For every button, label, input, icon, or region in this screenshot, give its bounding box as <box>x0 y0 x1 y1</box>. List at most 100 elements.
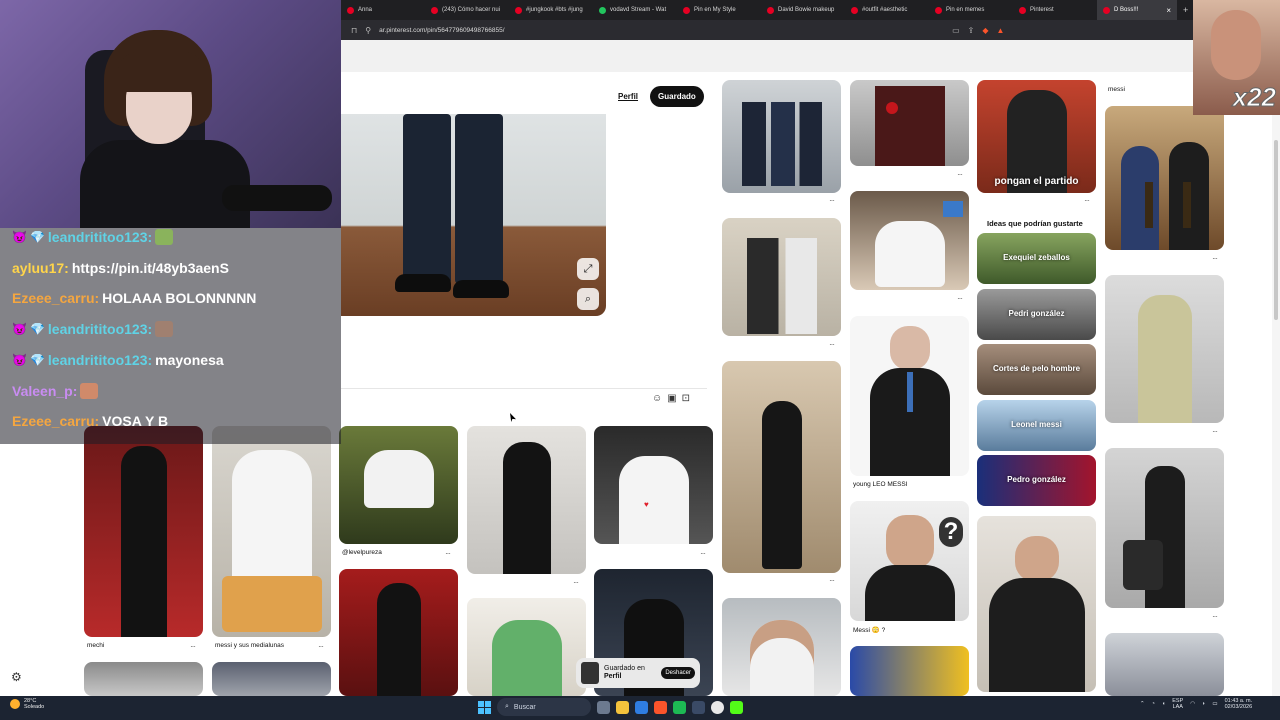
diamond-badge-icon: 💎 <box>29 353 45 367</box>
chat-username: leandrititoo123: <box>47 229 153 245</box>
close-tab-icon[interactable]: × <box>1166 6 1171 15</box>
bookmark-icon[interactable]: ⊓ <box>351 26 357 35</box>
brave-shield-icon[interactable]: ◆ <box>982 26 988 35</box>
browser-tab[interactable]: Anna <box>341 0 425 20</box>
pin-tile[interactable] <box>467 598 586 696</box>
idea-label: Exequiel zeballos <box>1003 253 1070 262</box>
volume-icon[interactable]: ◖ <box>1162 701 1165 707</box>
more-options-icon[interactable]: ··· <box>190 642 196 651</box>
task-view-icon[interactable] <box>597 700 610 714</box>
pin-tile[interactable] <box>212 426 331 637</box>
more-options-icon[interactable]: ··· <box>700 549 706 558</box>
idea-card[interactable]: Leonel messi <box>977 400 1096 451</box>
scrollbar-thumb[interactable] <box>1274 140 1278 320</box>
url-field[interactable]: ar.pinterest.com/pin/564779609498766855/ <box>379 27 944 34</box>
visual-search-icon[interactable]: ⌕ <box>577 288 599 310</box>
pin-tile[interactable] <box>850 191 969 290</box>
browser-tab[interactable]: Pin en My Style <box>677 0 761 20</box>
taskbar-search[interactable]: ⌕ Buscar <box>497 698 591 716</box>
pin-tile[interactable] <box>84 662 203 696</box>
emoji-icon[interactable]: ☺ <box>652 393 662 404</box>
more-options-icon[interactable]: ··· <box>829 576 835 585</box>
battery-icon[interactable]: ▭ <box>1212 701 1217 707</box>
more-options-icon[interactable]: ··· <box>1084 196 1090 205</box>
idea-card[interactable]: Pedro gonzález <box>977 455 1096 506</box>
pin-image[interactable]: ⤢ ⌕ <box>341 114 606 316</box>
more-options-icon[interactable]: ··· <box>1212 254 1218 263</box>
browser-tab-bar: Anna (243) Cómo hacer nui #jungkook #bts… <box>341 0 1280 20</box>
pin-tile[interactable] <box>1105 106 1224 250</box>
file-explorer-icon[interactable] <box>616 700 629 714</box>
more-options-icon[interactable]: ··· <box>1212 612 1218 621</box>
expand-icon[interactable]: ⤢ <box>577 258 599 280</box>
pin-tile[interactable]: ? <box>850 501 969 621</box>
pin-tile[interactable] <box>84 426 203 637</box>
mouse-cursor <box>510 413 516 422</box>
pin-tile[interactable] <box>722 80 841 193</box>
browser-tab[interactable]: vodavd Stream - Wat <box>593 0 677 20</box>
more-options-icon[interactable]: ··· <box>318 642 324 651</box>
pin-tile[interactable] <box>850 646 969 696</box>
speaker-icon[interactable]: ◗ <box>1202 701 1205 707</box>
more-options-icon[interactable]: ··· <box>957 294 963 303</box>
clock[interactable]: 01:43 a. m. 02/03/2026 <box>1225 698 1253 710</box>
kick-icon[interactable] <box>730 700 743 714</box>
browser-tab[interactable]: David Bowie makeup <box>761 0 845 20</box>
pin-tile[interactable] <box>339 426 458 544</box>
more-options-icon[interactable]: ··· <box>957 170 963 179</box>
board-select-link[interactable]: Perfil <box>618 92 638 101</box>
saved-button[interactable]: Guardado <box>650 86 704 107</box>
tab-label: David Bowie makeup <box>778 7 835 13</box>
sticker-icon[interactable]: ▣ <box>667 393 676 404</box>
browser-tab[interactable]: Pinterest <box>1013 0 1097 20</box>
sun-icon <box>10 699 20 710</box>
brave-rewards-icon[interactable]: ▲ <box>997 26 1005 35</box>
more-options-icon[interactable]: ··· <box>1212 427 1218 436</box>
pin-tile[interactable] <box>977 516 1096 692</box>
store-icon[interactable] <box>635 700 648 714</box>
pin-tile[interactable] <box>467 426 586 574</box>
image-icon[interactable]: ⊡ <box>682 393 690 404</box>
chevron-up-icon[interactable]: ⌃ <box>1140 701 1145 707</box>
more-options-icon[interactable]: ··· <box>445 549 451 558</box>
pin-tile[interactable] <box>850 316 969 476</box>
pin-tile[interactable] <box>722 361 841 573</box>
tab-label: vodavd Stream - Wat <box>610 7 667 13</box>
more-options-icon[interactable]: ··· <box>573 578 579 587</box>
idea-card[interactable]: Pedri gonzález <box>977 289 1096 340</box>
browser-tab[interactable]: #jungkook #bts #jung <box>509 0 593 20</box>
site-info-icon[interactable]: ⚲ <box>365 26 371 35</box>
pin-tile[interactable] <box>722 598 841 696</box>
more-options-icon[interactable]: ··· <box>829 340 835 349</box>
more-options-icon[interactable]: ··· <box>829 196 835 205</box>
gear-icon[interactable]: ⚙ <box>11 670 22 684</box>
screen-cast-icon[interactable]: ▭ <box>952 26 960 35</box>
browser-tab[interactable]: Pin en memes <box>929 0 1013 20</box>
pin-tile[interactable] <box>339 569 458 696</box>
browser-tab[interactable]: #outfit #aesthetic <box>845 0 929 20</box>
new-tab-button[interactable]: + <box>1177 5 1194 15</box>
network-icon[interactable]: ◔ <box>1152 701 1155 707</box>
undo-button[interactable]: Deshacer <box>661 667 695 679</box>
pin-tile[interactable] <box>212 662 331 696</box>
windows-start-icon[interactable] <box>478 700 491 714</box>
share-icon[interactable]: ⇪ <box>968 26 975 35</box>
language-indicator[interactable]: ESP LAA <box>1172 698 1183 710</box>
browser-tab[interactable]: (243) Cómo hacer nui <box>425 0 509 20</box>
brave-browser-icon[interactable] <box>654 700 667 714</box>
pin-tile[interactable] <box>1105 633 1224 696</box>
obs-icon[interactable] <box>711 700 724 714</box>
pin-tile[interactable]: ♥ <box>594 426 713 544</box>
pin-tile[interactable] <box>850 80 969 166</box>
pin-tile[interactable] <box>1105 275 1224 423</box>
pin-tile[interactable] <box>1105 448 1224 608</box>
weather-widget[interactable]: 28°C Soleado <box>10 698 44 710</box>
idea-card[interactable]: Exequiel zeballos <box>977 233 1096 284</box>
idea-card[interactable]: Cortes de pelo hombre <box>977 344 1096 395</box>
pin-tile[interactable]: pongan el partido <box>977 80 1096 193</box>
pin-tile[interactable] <box>722 218 841 336</box>
spotify-icon[interactable] <box>673 700 686 714</box>
browser-tab-active[interactable]: D Boss!!! × <box>1097 0 1177 20</box>
steam-icon[interactable] <box>692 700 705 714</box>
wifi-icon[interactable]: ◠ <box>1190 701 1195 707</box>
